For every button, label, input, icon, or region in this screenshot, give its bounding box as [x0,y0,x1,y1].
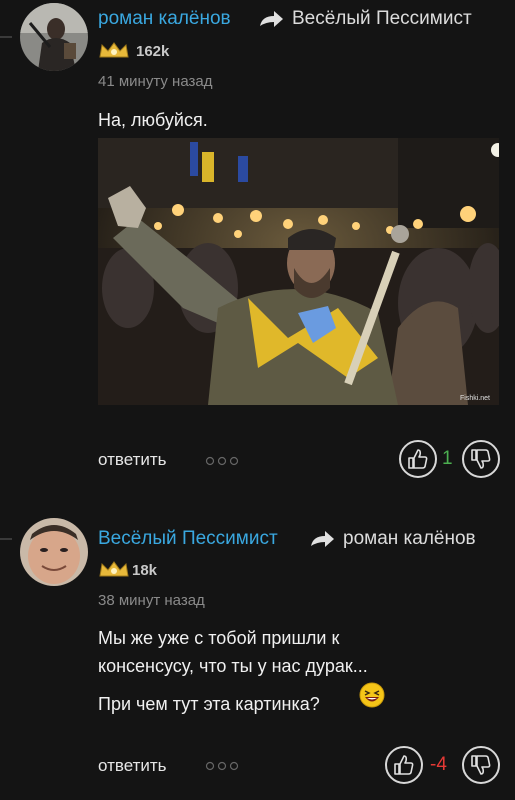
downvote-button[interactable] [462,746,500,784]
author-name[interactable]: роман калёнов [98,8,231,30]
avatar[interactable] [20,3,88,71]
avatar[interactable] [20,518,88,586]
upvote-button[interactable] [399,440,437,478]
reply-button[interactable]: ответить [98,450,167,470]
comment-time[interactable]: 41 минуту назад [98,73,212,90]
upvote-button[interactable] [385,746,423,784]
rank-badge-icon [99,42,129,58]
reply-arrow-icon [260,11,283,27]
thumbs-down-icon [471,755,491,775]
comment-time[interactable]: 38 минут назад [98,592,205,609]
comment-text-line-1: Мы же уже с тобой пришли к [98,628,340,648]
laughing-emoji-icon [359,682,385,708]
reply-arrow-icon [311,531,334,547]
thread-line [0,538,12,540]
user-rating: 18k [132,562,158,579]
reply-button[interactable]: ответить [98,756,167,776]
thumbs-up-icon [408,449,428,469]
comment-text: На, любуйся. [98,110,208,130]
recipient-name[interactable]: роман калёнов [343,528,476,550]
thumbs-up-icon [394,755,414,775]
thread-line [0,36,12,38]
more-options-icon[interactable] [205,761,239,771]
comment-score: 1 [442,448,453,469]
user-rating: 162k [136,43,170,60]
comment-image[interactable]: Fishki.net [98,138,499,405]
comment-score: -4 [430,754,447,775]
downvote-button[interactable] [462,440,500,478]
comment-text-question: При чем тут эта картинка? [98,694,320,714]
comment-text-line-2: консенсусу, что ты у нас дурак... [98,656,368,676]
recipient-name[interactable]: Весёлый Пессимист [292,8,472,30]
thumbs-down-icon [471,449,491,469]
more-options-icon[interactable] [205,456,239,466]
rank-badge-icon [99,561,129,577]
image-watermark: Fishki.net [460,395,490,402]
author-name[interactable]: Весёлый Пессимист [98,528,278,550]
